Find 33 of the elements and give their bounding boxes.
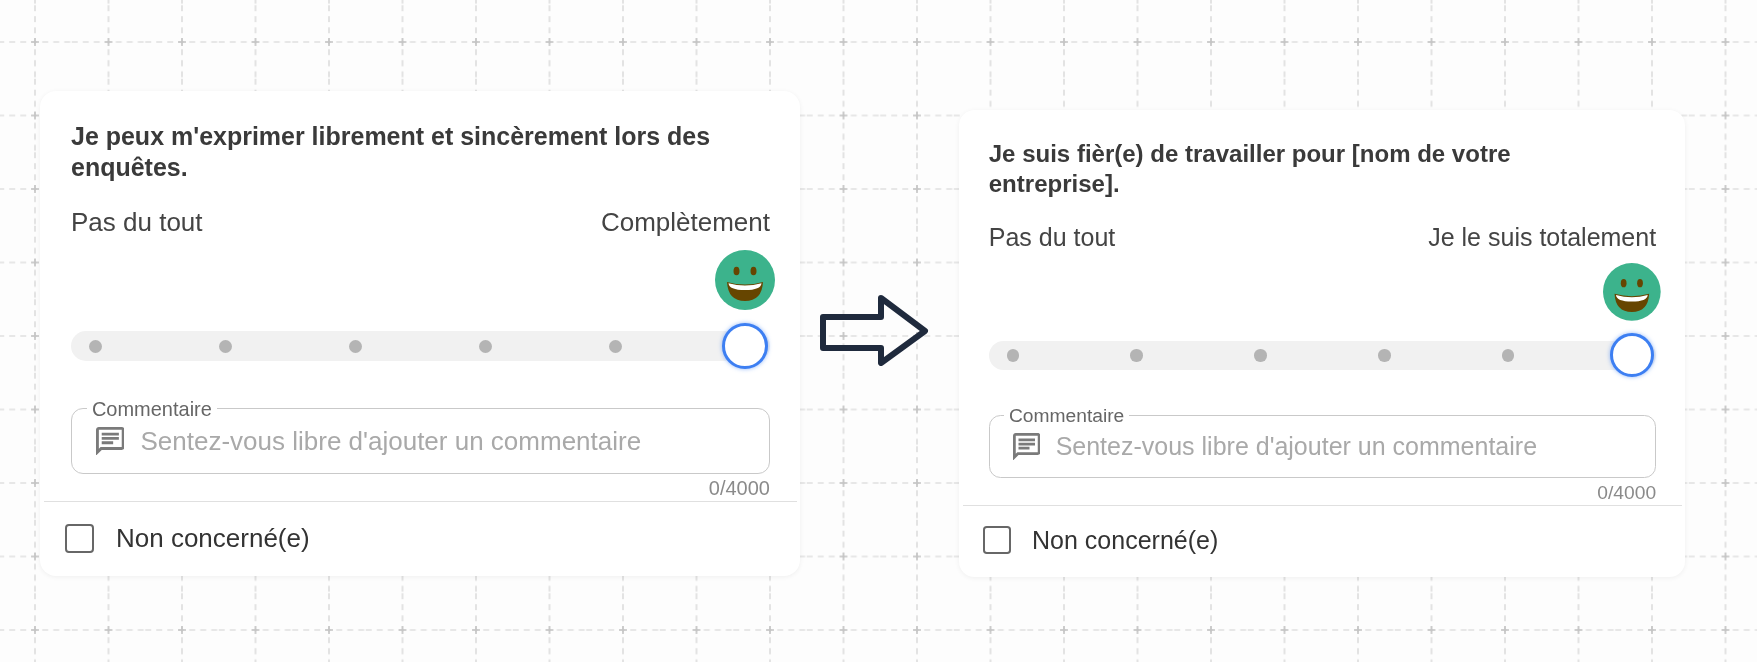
question-text: Je peux m'exprimer librement et sincèrement lors des enquêtes. <box>71 121 712 183</box>
slider-track[interactable] <box>71 323 770 370</box>
comment-icon <box>95 426 125 456</box>
slider-thumb[interactable] <box>721 323 768 370</box>
scale-dot <box>608 339 622 353</box>
scale-dot <box>89 339 103 353</box>
comment-icon <box>1012 432 1041 461</box>
scale-max-label: Complètement <box>600 207 770 239</box>
scale-min-label: Pas du tout <box>71 207 203 239</box>
right-arrow-icon <box>818 294 929 366</box>
slider-track[interactable] <box>988 333 1657 378</box>
checkbox-label[interactable]: Non concerné(e) <box>116 522 310 554</box>
scale-dot <box>1502 349 1515 362</box>
scale-dot <box>349 339 363 353</box>
scale-min-label: Pas du tout <box>988 221 1116 252</box>
checkbox-label[interactable]: Non concerné(e) <box>1032 525 1219 556</box>
smiley-face-icon <box>1603 263 1661 321</box>
scale-dot <box>1130 349 1143 362</box>
scale-dot <box>478 339 492 353</box>
scale-max-label: Je le suis totalement <box>1428 221 1657 252</box>
scale-dot <box>1254 349 1267 362</box>
comment-input[interactable]: Sentez-vous libre d'ajouter un commentaire <box>140 426 746 457</box>
smiley-face-icon <box>714 250 775 311</box>
slider-thumb[interactable] <box>1609 333 1655 378</box>
character-counter: 0/4000 <box>707 476 770 501</box>
checkbox[interactable] <box>983 526 1011 555</box>
character-counter: 0/4000 <box>1596 480 1657 504</box>
scale-dot <box>219 339 233 353</box>
comment-input[interactable]: Sentez-vous libre d'ajouter un commentaire <box>1055 432 1633 462</box>
question-text: Je suis fièr(e) de travailler pour [nom de votre entreprise]. <box>988 138 1512 199</box>
checkbox[interactable] <box>65 523 94 553</box>
scale-dot <box>1378 349 1391 362</box>
scale-dot <box>1006 349 1020 362</box>
